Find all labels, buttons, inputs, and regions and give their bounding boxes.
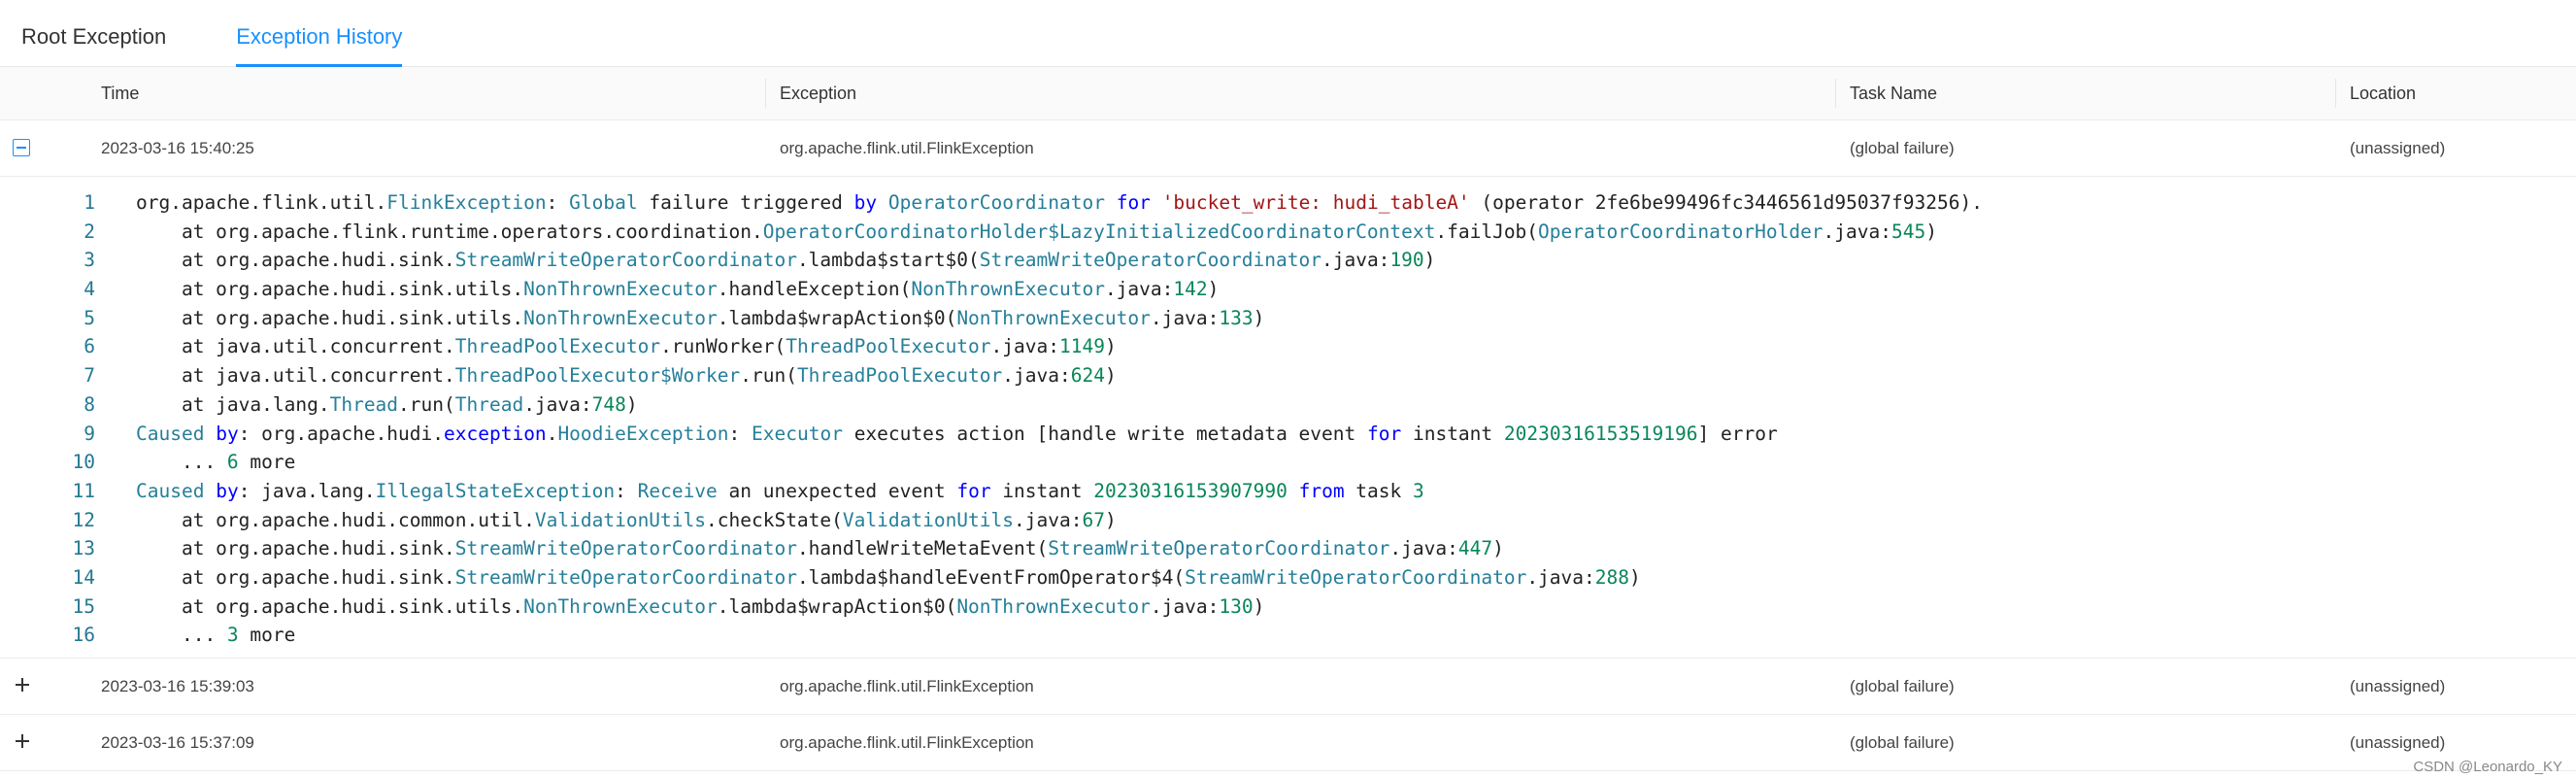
line-source: at java.util.concurrent.ThreadPoolExecut… [136, 335, 1117, 358]
cell-time: 2023-03-16 15:39:03 [101, 677, 254, 695]
code-line: 10 ... 6 more [10, 448, 2576, 477]
line-source: at org.apache.hudi.sink.StreamWriteOpera… [136, 249, 1436, 272]
code-line: 4 at org.apache.hudi.sink.utils.NonThrow… [10, 275, 2576, 304]
cell-task-name: (global failure) [1850, 677, 1955, 695]
tab-root-exception[interactable]: Root Exception [21, 24, 166, 67]
cell-exception: org.apache.flink.util.FlinkException [780, 677, 1034, 695]
cell-task-name: (global failure) [1850, 733, 1955, 752]
line-source: at org.apache.hudi.sink.StreamWriteOpera… [136, 565, 1641, 589]
code-line: 5 at org.apache.hudi.sink.utils.NonThrow… [10, 304, 2576, 333]
column-divider [1835, 79, 1836, 108]
code-line: 7 at java.util.concurrent.ThreadPoolExec… [10, 361, 2576, 390]
line-number: 2 [84, 220, 95, 243]
line-source: ... 3 more [136, 624, 296, 647]
line-number: 11 [72, 479, 95, 502]
cell-time: 2023-03-16 15:40:25 [101, 139, 254, 157]
line-number: 9 [84, 422, 95, 445]
line-source: at org.apache.hudi.sink.utils.NonThrownE… [136, 594, 1265, 618]
code-line: 9 Caused by: org.apache.hudi.exception.Ho… [10, 420, 2576, 449]
line-source: Caused by: org.apache.hudi.exception.Hoo… [136, 422, 1778, 445]
code-line: 13 at org.apache.hudi.sink.StreamWriteOp… [10, 534, 2576, 563]
collapse-row-icon[interactable] [13, 139, 30, 156]
code-line: 2 at org.apache.flink.runtime.operators.… [10, 218, 2576, 247]
table-header: Time Exception Task Name Location [0, 67, 2576, 120]
line-source: ... 6 more [136, 451, 296, 474]
cell-time: 2023-03-16 15:37:09 [101, 733, 254, 752]
stacktrace-panel: 1 org.apache.flink.util.FlinkException: G… [0, 177, 2576, 659]
line-source: at org.apache.hudi.sink.StreamWriteOpera… [136, 537, 1504, 560]
column-divider [765, 79, 766, 108]
line-source: org.apache.flink.util.FlinkException: Gl… [136, 191, 1983, 214]
line-number: 10 [72, 451, 95, 474]
cell-exception: org.apache.flink.util.FlinkException [780, 139, 1034, 157]
line-number: 12 [72, 508, 95, 531]
line-source: at org.apache.hudi.common.util.Validatio… [136, 508, 1117, 531]
code-line: 16 ... 3 more [10, 621, 2576, 650]
line-number: 16 [72, 624, 95, 647]
code-line: 12 at org.apache.hudi.common.util.Valida… [10, 506, 2576, 535]
cell-location: (unassigned) [2350, 139, 2446, 157]
column-header-task-name[interactable]: Task Name [1850, 67, 1937, 119]
stacktrace-code: 1 org.apache.flink.util.FlinkException: G… [10, 188, 2576, 650]
tab-bar: Root Exception Exception History [0, 0, 2576, 67]
code-line: 8 at java.lang.Thread.run(Thread.java:74… [10, 390, 2576, 420]
line-source: at org.apache.flink.runtime.operators.co… [136, 220, 1937, 243]
line-number: 5 [84, 306, 95, 329]
line-number: 3 [84, 249, 95, 272]
expand-row-icon[interactable] [14, 676, 31, 694]
line-number: 14 [72, 565, 95, 589]
column-header-time[interactable]: Time [101, 67, 139, 119]
code-line: 6 at java.util.concurrent.ThreadPoolExec… [10, 332, 2576, 361]
table-row[interactable]: 2023-03-16 15:37:09 org.apache.flink.uti… [0, 715, 2576, 771]
cell-exception: org.apache.flink.util.FlinkException [780, 733, 1034, 752]
column-divider [2335, 79, 2336, 108]
code-line: 15 at org.apache.hudi.sink.utils.NonThro… [10, 593, 2576, 622]
column-header-location[interactable]: Location [2350, 67, 2416, 119]
code-line: 1 org.apache.flink.util.FlinkException: G… [10, 188, 2576, 218]
table-row[interactable]: 2023-03-16 15:39:03 org.apache.flink.uti… [0, 659, 2576, 715]
code-line: 11 Caused by: java.lang.IllegalStateExcep… [10, 477, 2576, 506]
line-number: 8 [84, 392, 95, 416]
line-number: 15 [72, 594, 95, 618]
cell-location: (unassigned) [2350, 677, 2446, 695]
line-number: 4 [84, 278, 95, 301]
line-source: at org.apache.hudi.sink.utils.NonThrownE… [136, 278, 1220, 301]
code-line: 14 at org.apache.hudi.sink.StreamWriteOp… [10, 563, 2576, 593]
line-source: Caused by: java.lang.IllegalStateExcepti… [136, 479, 1424, 502]
line-number: 6 [84, 335, 95, 358]
table-row[interactable]: 2023-03-16 15:40:25 org.apache.flink.uti… [0, 120, 2576, 177]
line-source: at java.util.concurrent.ThreadPoolExecut… [136, 364, 1117, 388]
line-number: 7 [84, 364, 95, 388]
line-number: 1 [84, 191, 95, 214]
code-line: 3 at org.apache.hudi.sink.StreamWriteOpe… [10, 246, 2576, 275]
watermark: CSDN @Leonardo_KY [2413, 759, 2562, 775]
expand-row-icon[interactable] [14, 732, 31, 750]
column-header-exception[interactable]: Exception [780, 67, 856, 119]
line-number: 13 [72, 537, 95, 560]
tab-exception-history[interactable]: Exception History [236, 24, 403, 67]
line-source: at org.apache.hudi.sink.utils.NonThrownE… [136, 306, 1265, 329]
line-source: at java.lang.Thread.run(Thread.java:748) [136, 392, 638, 416]
cell-task-name: (global failure) [1850, 139, 1955, 157]
